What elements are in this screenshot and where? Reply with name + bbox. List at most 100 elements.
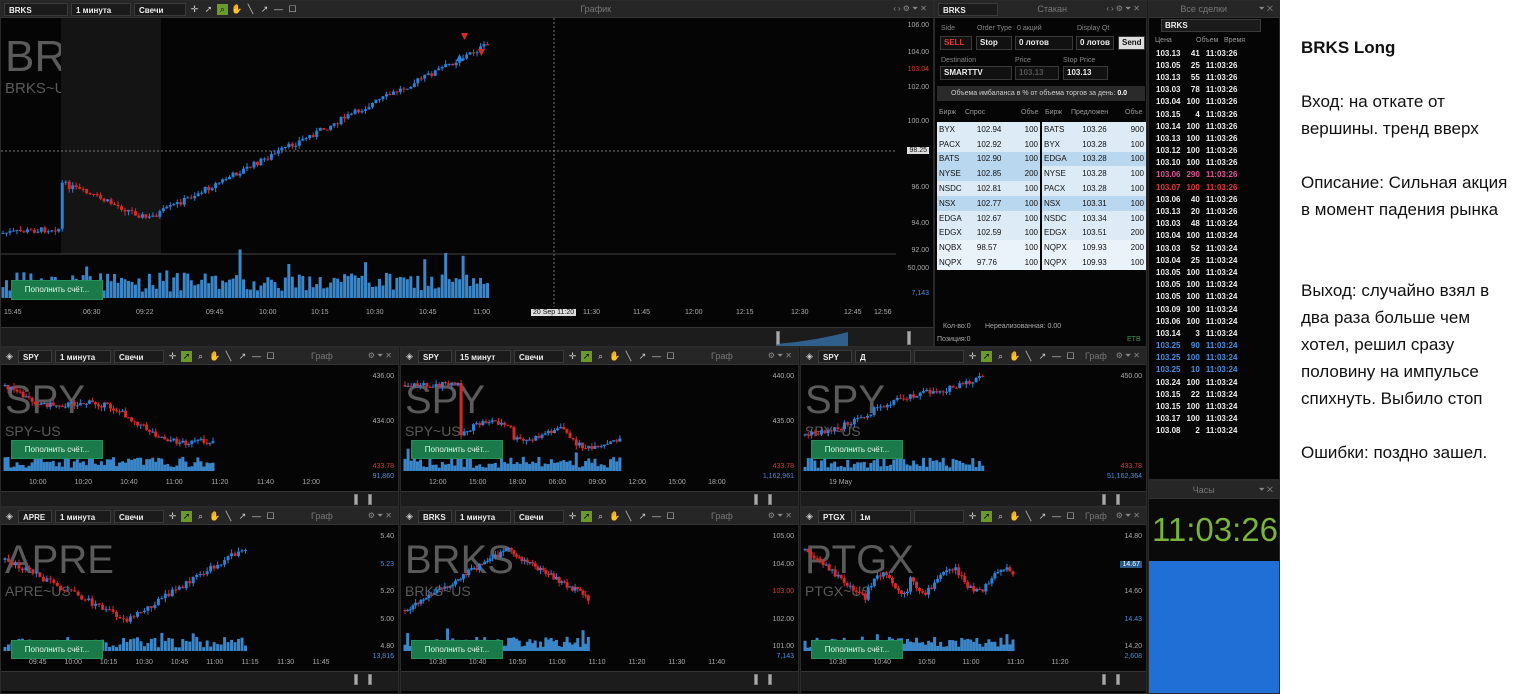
book-row[interactable]: NSX 102.77 100 bbox=[937, 195, 1040, 211]
arrow-icon[interactable]: ↗ bbox=[637, 511, 648, 522]
scroll-handle[interactable] bbox=[1116, 494, 1120, 505]
chart-type-select[interactable]: Свечи bbox=[134, 2, 186, 16]
mini-controls-icon[interactable]: ⚙⏷✕ bbox=[368, 351, 394, 361]
deposit-button[interactable]: Пополнить счёт... bbox=[11, 280, 103, 300]
book-controls-icon[interactable]: ‹›⚙⏷✕ bbox=[1106, 4, 1142, 14]
link-icon[interactable]: ◈ bbox=[804, 511, 815, 522]
mini-candles[interactable] bbox=[801, 365, 1110, 479]
zoom-icon[interactable]: ⌕ bbox=[195, 351, 206, 362]
hline-icon[interactable]: — bbox=[1051, 511, 1062, 522]
hline-icon[interactable]: — bbox=[251, 511, 262, 522]
mini-scrollbar[interactable] bbox=[801, 491, 1146, 506]
book-row[interactable]: NSX 103.31 100 bbox=[1042, 195, 1146, 211]
mini-interval-select[interactable]: 1 минута bbox=[55, 349, 111, 363]
ts-controls-icon[interactable]: ⏷✕ bbox=[1259, 4, 1276, 14]
mini-controls-icon[interactable]: ⚙⏷✕ bbox=[368, 511, 394, 521]
ts-symbol-select[interactable]: BRKS bbox=[1161, 19, 1261, 32]
mini-type-select[interactable]: Свечи bbox=[514, 349, 564, 363]
clock-controls-icon[interactable]: ⏷✕ bbox=[1259, 485, 1276, 495]
deposit-button[interactable]: Пополнить счёт... bbox=[411, 440, 503, 459]
hline-icon[interactable]: — bbox=[651, 351, 662, 362]
book-row[interactable]: NQPX 109.93 100 bbox=[1042, 255, 1146, 270]
cursor-icon[interactable]: ➚ bbox=[181, 510, 192, 522]
book-row[interactable]: NYSE 103.28 100 bbox=[1042, 166, 1146, 182]
rect-icon[interactable]: ☐ bbox=[1065, 351, 1076, 362]
hand-icon[interactable]: ✋ bbox=[231, 4, 242, 15]
cursor-icon[interactable]: ➚ bbox=[581, 350, 592, 362]
book-row[interactable]: NSDC 103.34 100 bbox=[1042, 210, 1146, 226]
line-icon[interactable]: ╲ bbox=[1023, 351, 1034, 362]
mini-symbol-select[interactable]: BRKS bbox=[418, 509, 452, 523]
hline-icon[interactable]: — bbox=[651, 511, 662, 522]
line-icon[interactable]: ╲ bbox=[245, 4, 256, 15]
book-row[interactable]: BATS 102.90 100 bbox=[937, 151, 1040, 167]
book-row[interactable]: BATS 103.26 900 bbox=[1042, 122, 1146, 137]
arrow-icon[interactable]: ↗ bbox=[259, 4, 270, 15]
mini-symbol-select[interactable]: SPY bbox=[818, 349, 852, 363]
hand-icon[interactable]: ✋ bbox=[609, 511, 620, 522]
line-icon[interactable]: ╲ bbox=[223, 511, 234, 522]
crosshair-icon[interactable]: ✛ bbox=[567, 351, 578, 362]
book-row[interactable]: BYX 103.28 100 bbox=[1042, 136, 1146, 152]
display-input[interactable]: 0 лотов bbox=[1076, 36, 1114, 50]
mini-candles[interactable] bbox=[1, 365, 362, 479]
mini-scrollbar[interactable] bbox=[401, 671, 798, 691]
arrow-icon[interactable]: ↗ bbox=[237, 351, 248, 362]
book-row[interactable]: NQBX 98.57 100 bbox=[937, 240, 1040, 256]
line-icon[interactable]: ╲ bbox=[1023, 511, 1034, 522]
rect-icon[interactable]: ☐ bbox=[1065, 511, 1076, 522]
mini-type-select[interactable] bbox=[914, 349, 964, 363]
scroll-handle-right[interactable] bbox=[907, 331, 911, 345]
mini-symbol-select[interactable]: SPY bbox=[418, 349, 452, 363]
interval-select[interactable]: 1 минута bbox=[71, 2, 131, 16]
main-candles[interactable] bbox=[1, 18, 896, 307]
book-row[interactable]: NQPX 97.76 100 bbox=[937, 255, 1040, 270]
rect-icon[interactable]: ☐ bbox=[665, 511, 676, 522]
mini-interval-select[interactable]: 15 минут bbox=[455, 349, 511, 363]
mini-candles[interactable] bbox=[401, 365, 762, 479]
arrow-icon[interactable]: ↗ bbox=[1037, 351, 1048, 362]
crosshair-icon[interactable]: ✛ bbox=[967, 351, 978, 362]
mini-controls-icon[interactable]: ⚙⏷✕ bbox=[768, 511, 794, 521]
link-icon[interactable]: ◈ bbox=[4, 351, 15, 362]
cursor-icon[interactable]: ➚ bbox=[981, 350, 992, 362]
hline-icon[interactable]: — bbox=[273, 4, 284, 15]
stop-price-input[interactable]: 103.13 bbox=[1063, 66, 1108, 80]
arrow-icon[interactable]: ↗ bbox=[1037, 511, 1048, 522]
book-row[interactable]: PACX 102.92 100 bbox=[937, 136, 1040, 152]
mini-controls-icon[interactable]: ⚙⏷✕ bbox=[1116, 351, 1142, 361]
cursor-icon[interactable]: ➚ bbox=[581, 510, 592, 522]
arrow-icon[interactable]: ↗ bbox=[637, 351, 648, 362]
scroll-handle[interactable] bbox=[368, 494, 372, 505]
zoom-icon[interactable]: ⌕ bbox=[195, 511, 206, 522]
zoom-icon[interactable]: ⌕ bbox=[217, 3, 228, 15]
hline-icon[interactable]: — bbox=[251, 351, 262, 362]
hand-icon[interactable]: ✋ bbox=[1009, 351, 1020, 362]
zoom-icon[interactable]: ⌕ bbox=[595, 511, 606, 522]
deposit-button[interactable]: Пополнить счёт... bbox=[11, 440, 103, 459]
symbol-select[interactable]: BRKS bbox=[4, 2, 68, 16]
scroll-handle[interactable] bbox=[768, 494, 772, 505]
send-button[interactable]: Send bbox=[1118, 36, 1145, 50]
mini-controls-icon[interactable]: ⚙⏷✕ bbox=[1116, 511, 1142, 521]
book-symbol-select[interactable]: BRKS bbox=[938, 2, 998, 16]
crosshair-icon[interactable]: ✛ bbox=[167, 511, 178, 522]
book-row[interactable]: EDGX 102.59 100 bbox=[937, 225, 1040, 241]
line-icon[interactable]: ╲ bbox=[223, 351, 234, 362]
order-type-select[interactable]: Stop bbox=[976, 36, 1012, 50]
mini-type-select[interactable]: Свечи bbox=[114, 509, 164, 523]
mini-interval-select[interactable]: 1 минута bbox=[455, 509, 511, 523]
scroll-handle[interactable] bbox=[354, 674, 358, 685]
scroll-handle[interactable] bbox=[1116, 674, 1120, 685]
mini-candles[interactable] bbox=[401, 525, 762, 659]
deposit-button[interactable]: Пополнить счёт... bbox=[411, 640, 503, 659]
book-row[interactable]: NYSE 102.85 200 bbox=[937, 166, 1040, 182]
mini-scrollbar[interactable] bbox=[1, 491, 398, 506]
rect-icon[interactable]: ☐ bbox=[665, 351, 676, 362]
scroll-handle[interactable] bbox=[368, 674, 372, 685]
book-row[interactable]: NSDC 102.81 100 bbox=[937, 181, 1040, 196]
mini-interval-select[interactable]: 1м bbox=[855, 509, 911, 523]
mini-type-select[interactable] bbox=[914, 509, 964, 523]
deposit-button[interactable]: Пополнить счёт... bbox=[811, 440, 903, 459]
link-icon[interactable]: ◈ bbox=[804, 351, 815, 362]
